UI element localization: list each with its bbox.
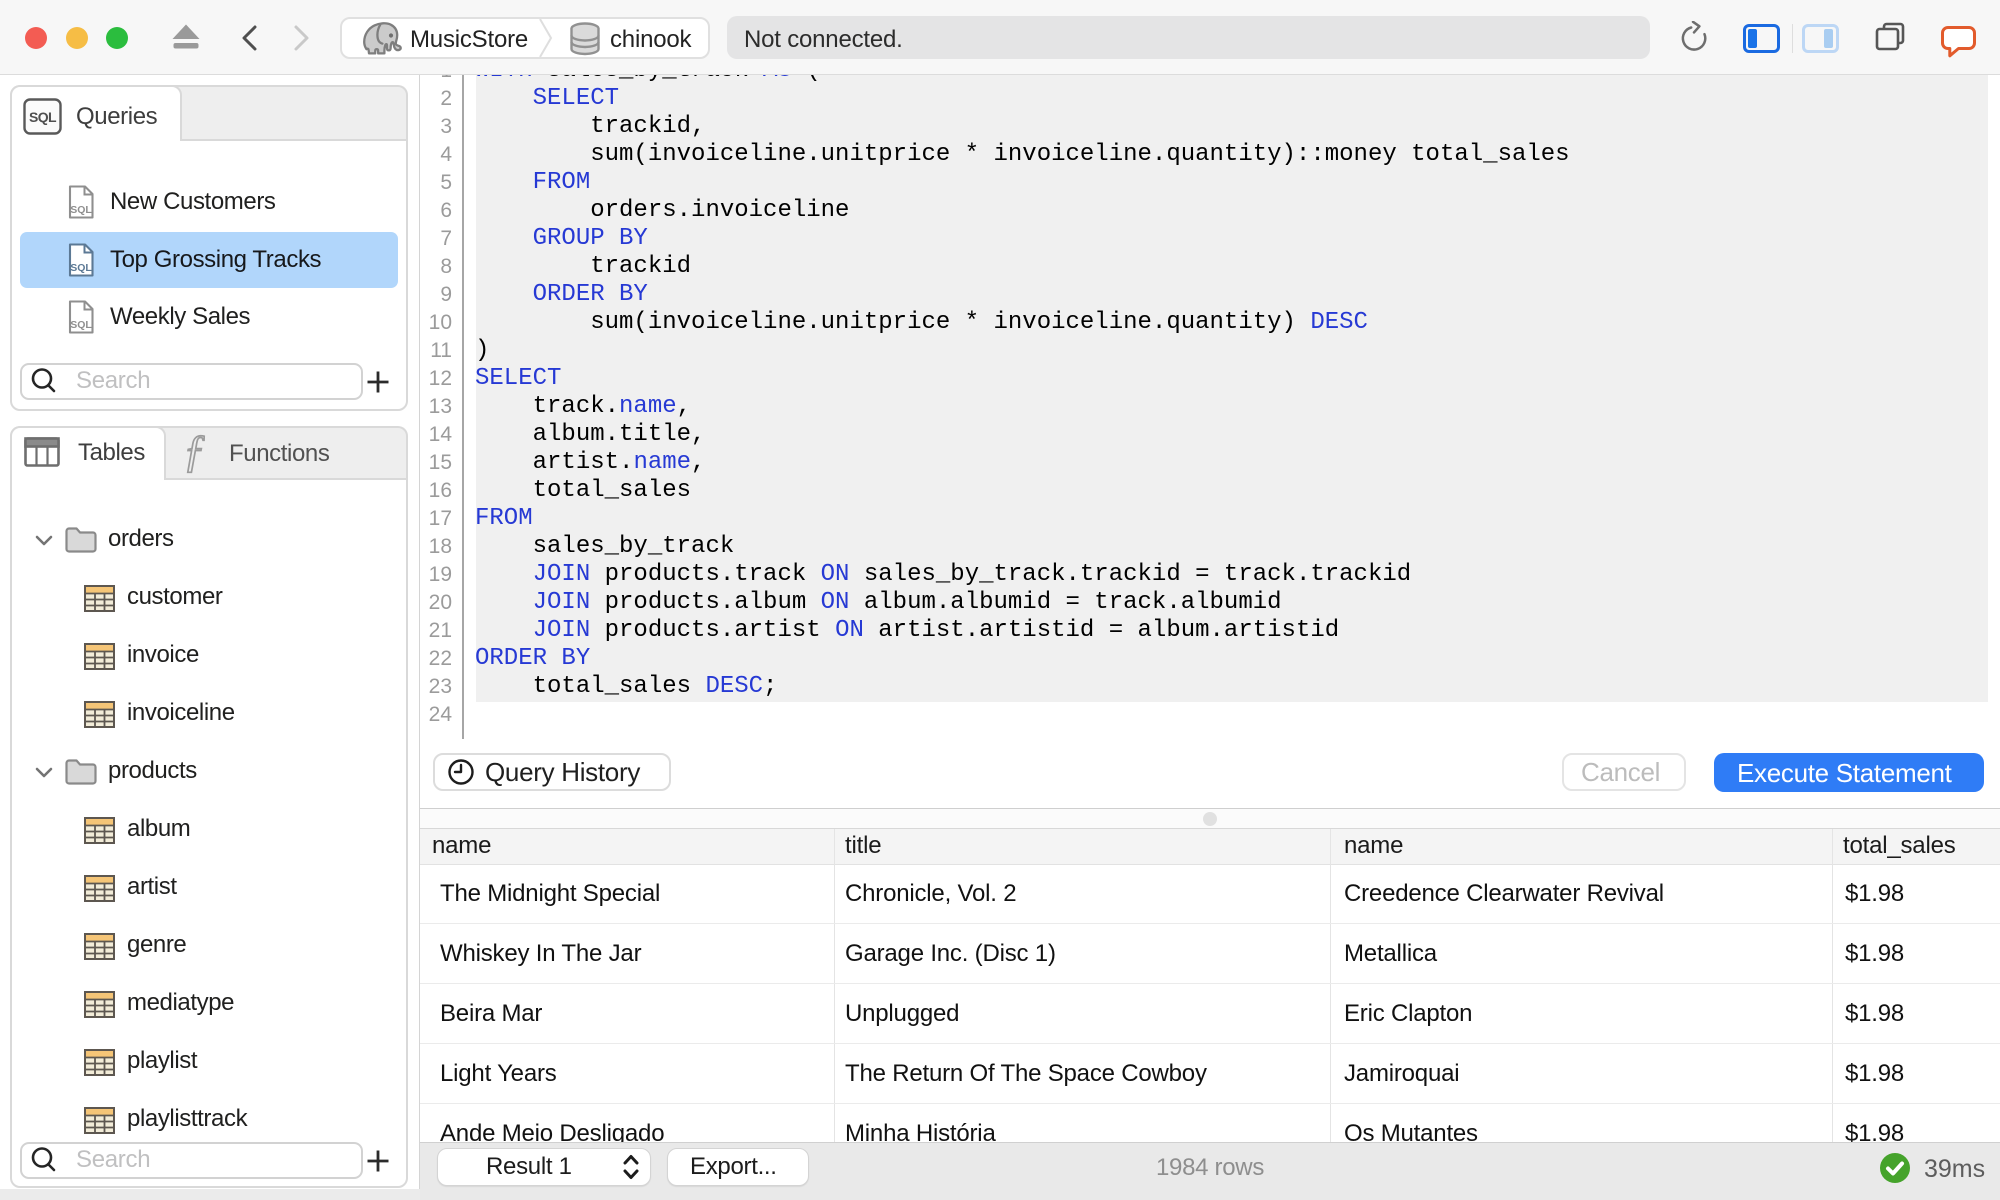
svg-text:SQL: SQL — [70, 319, 92, 331]
svg-text:SQL: SQL — [70, 204, 92, 216]
svg-text:SQL: SQL — [70, 262, 92, 274]
svg-text:SQL: SQL — [29, 109, 57, 125]
